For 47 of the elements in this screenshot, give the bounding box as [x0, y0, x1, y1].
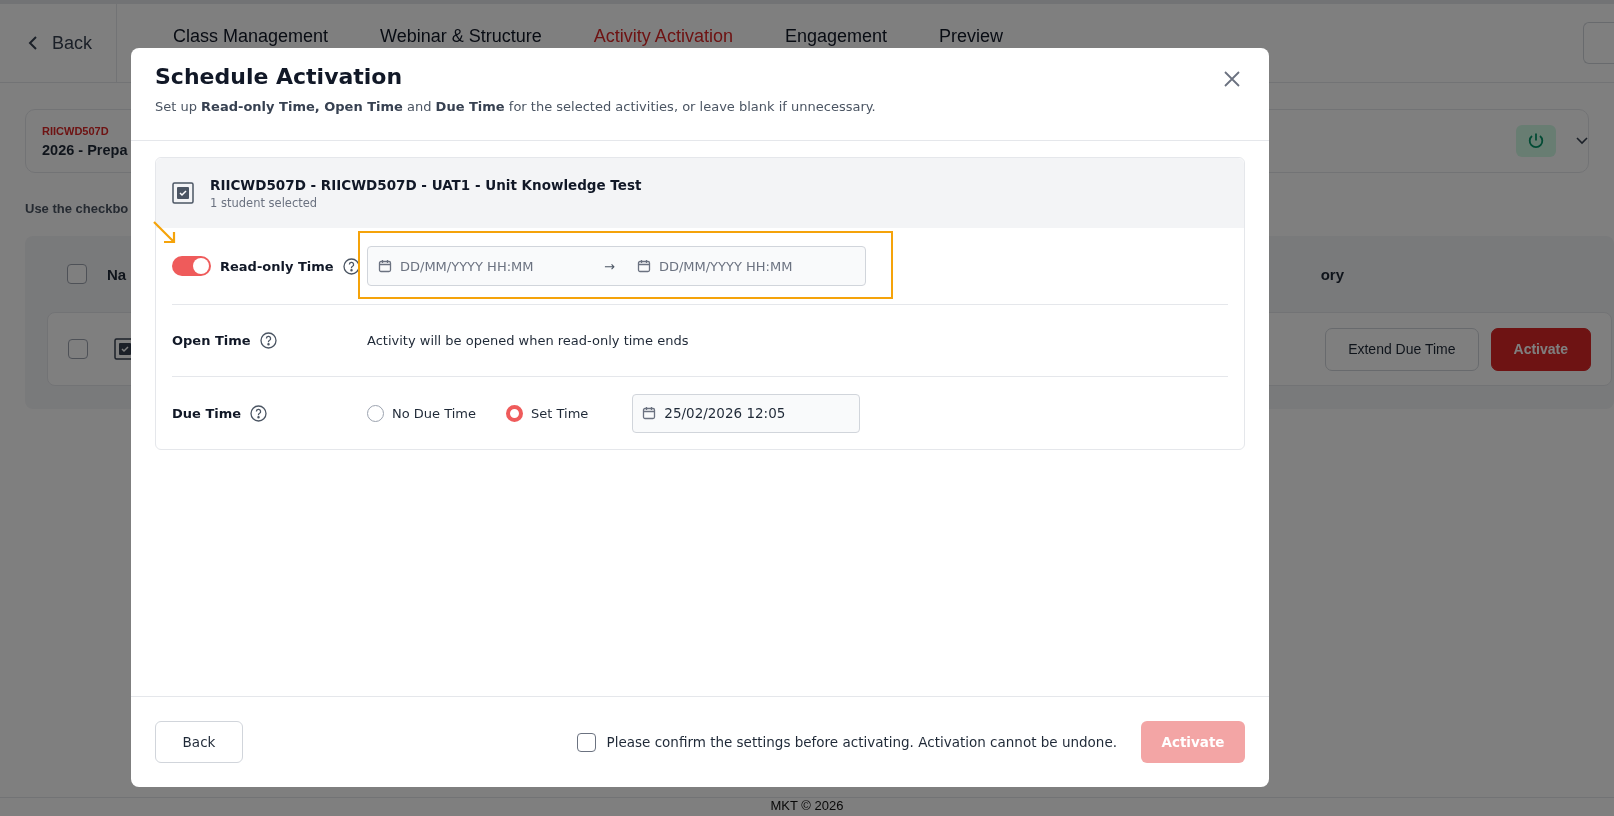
- back-button[interactable]: Back: [155, 721, 243, 763]
- close-button[interactable]: [1223, 70, 1241, 88]
- selection-count: 1 student selected: [210, 195, 319, 210]
- calendar-icon: [642, 406, 657, 420]
- dialog-subtitle: Set up Read-only Time, Open Time and Due Time for the selected activities, or leave blank if unnecessary.: [155, 99, 877, 114]
- course-code: RIICWD507D: [42, 124, 110, 137]
- range-arrow: →: [604, 258, 615, 274]
- confirm-checkbox[interactable]: [576, 732, 596, 752]
- power-button[interactable]: [1516, 125, 1556, 157]
- due-date-field[interactable]: 25/02/2026 12:05: [632, 393, 861, 433]
- radio-option[interactable]: Set Time: [506, 404, 589, 422]
- field-label: Open Time: [172, 333, 251, 348]
- radio-option[interactable]: No Due Time: [367, 404, 476, 422]
- power-icon: [1527, 132, 1545, 150]
- confirm-label: Please confirm the settings before activating. Activation cannot be undone.: [606, 734, 1117, 750]
- activity-title: RIICWD507D - RIICWD507D - UAT1 - Unit Knowledge Test: [210, 176, 642, 193]
- copyright-text: MKT © 2026: [770, 798, 844, 813]
- open-time-note: Activity will be opened when read-only time ends: [367, 333, 689, 348]
- nav-tab[interactable]: Class Management: [173, 26, 329, 47]
- nav-tab[interactable]: Preview: [939, 26, 1004, 47]
- course-title: 2026 - Prepa: [42, 141, 129, 158]
- close-icon: [1223, 70, 1241, 88]
- select-all-checkbox[interactable]: [67, 264, 87, 284]
- help-icon[interactable]: [250, 404, 268, 422]
- calendar-icon: [378, 259, 392, 273]
- chevron-left-icon: [28, 35, 38, 51]
- extend-due-time-button[interactable]: Extend Due Time: [1325, 327, 1479, 371]
- field-label: Read-only Time: [220, 258, 334, 274]
- column-header: ory: [1320, 265, 1344, 283]
- nav-tab[interactable]: Engagement: [784, 26, 887, 47]
- column-header: Na: [107, 265, 127, 283]
- toggle-switch[interactable]: [172, 256, 211, 276]
- edit-document-icon: [172, 182, 194, 204]
- row-checkbox[interactable]: [68, 339, 88, 359]
- back-button[interactable]: Back: [0, 4, 118, 82]
- start-date-input[interactable]: DD/MM/YYYY HH:MM: [400, 258, 570, 274]
- end-date-input[interactable]: DD/MM/YYYY HH:MM: [658, 258, 829, 274]
- help-icon[interactable]: [342, 257, 360, 275]
- chevron-down-icon[interactable]: [1576, 137, 1588, 145]
- instruction-text: Use the checkbo: [25, 201, 129, 216]
- help-icon[interactable]: [259, 332, 277, 349]
- activate-button[interactable]: Activate: [1490, 327, 1591, 371]
- nav-tab[interactable]: Activity Activation: [593, 26, 733, 47]
- field-label: Due Time: [172, 405, 242, 421]
- calendar-icon: [636, 259, 651, 273]
- dialog-title: Schedule Activation: [155, 64, 403, 89]
- nav-tab[interactable]: Webinar & Structure: [380, 26, 542, 47]
